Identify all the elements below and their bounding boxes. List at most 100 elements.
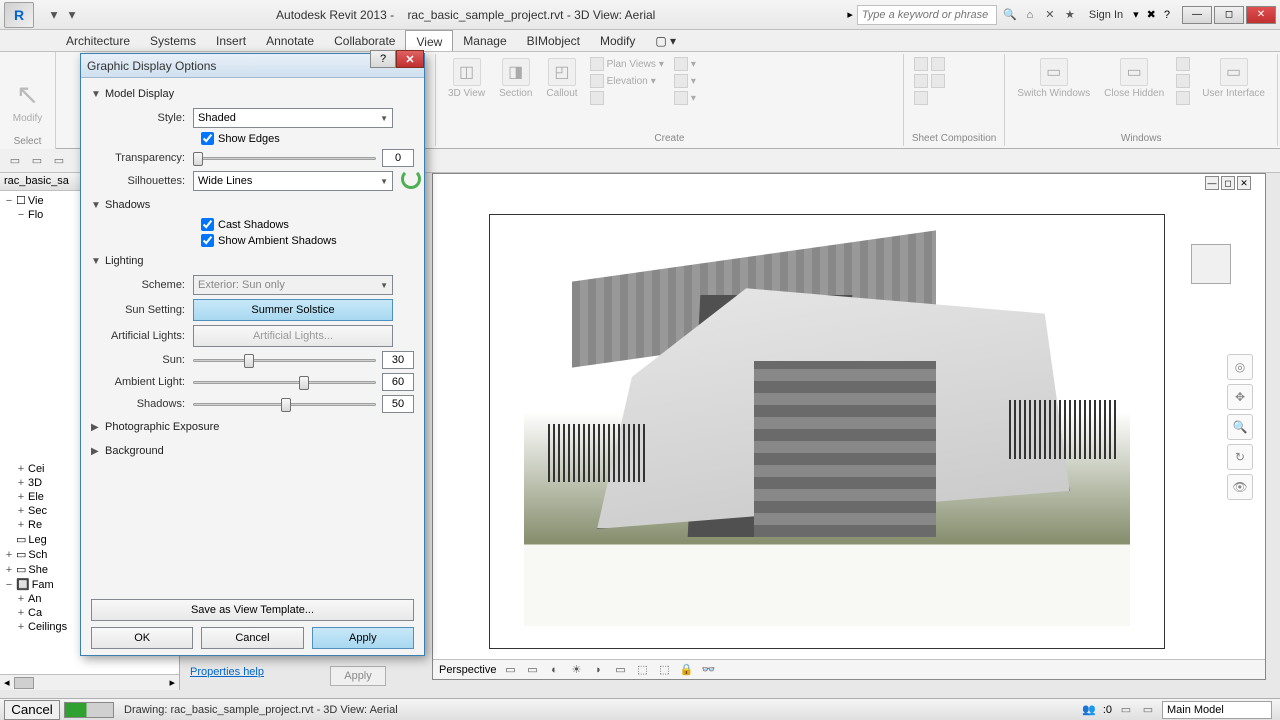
tab-extra-icon[interactable]: ▢ ▾ <box>645 30 686 51</box>
tab-insert[interactable]: Insert <box>206 30 256 51</box>
callout-button[interactable]: ◰Callout <box>542 56 581 101</box>
tab-architecture[interactable]: Architecture <box>56 30 140 51</box>
apply-button[interactable]: Apply <box>312 627 414 649</box>
editable-only-icon[interactable]: ▭ <box>1118 702 1134 718</box>
perspective-label[interactable]: Perspective <box>439 664 496 676</box>
style-combo[interactable]: Shaded▼ <box>193 108 393 128</box>
tb-icon[interactable]: ▭ <box>6 152 24 170</box>
checkbox[interactable] <box>201 132 214 145</box>
view-cube[interactable] <box>1191 244 1231 284</box>
ambient-slider[interactable] <box>193 373 376 391</box>
tb-icon[interactable]: ▭ <box>50 152 68 170</box>
lock-icon[interactable]: 🔒 <box>678 662 694 678</box>
sun-setting-button[interactable]: Summer Solstice <box>193 299 393 321</box>
sheet-icon-3[interactable] <box>912 90 947 106</box>
tab-collaborate[interactable]: Collaborate <box>324 30 405 51</box>
replicate-icon[interactable] <box>1174 56 1192 72</box>
render-icon[interactable]: ▭ <box>612 662 628 678</box>
sun-value[interactable]: 30 <box>382 351 414 369</box>
show-edges-checkbox[interactable]: Show Edges <box>91 132 414 145</box>
legends-icon[interactable]: ▾ <box>672 73 698 89</box>
cast-shadows-checkbox[interactable]: Cast Shadows <box>91 218 414 231</box>
save-template-button[interactable]: Save as View Template... <box>91 599 414 621</box>
user-interface-button[interactable]: ▭User Interface <box>1198 56 1269 101</box>
browser-scrollbar[interactable]: ◂▸ <box>0 674 179 690</box>
temp-hide-icon[interactable]: 👓 <box>700 662 716 678</box>
maximize-button[interactable]: ◻ <box>1214 6 1244 24</box>
section-header[interactable]: ▼Model Display <box>91 84 414 104</box>
drafting-button[interactable] <box>588 90 666 106</box>
signin-button[interactable]: Sign In <box>1083 7 1129 23</box>
minimize-button[interactable]: — <box>1182 6 1212 24</box>
tab-view[interactable]: View <box>405 30 453 51</box>
dup-icon[interactable]: ▾ <box>672 56 698 72</box>
visual-style-icon[interactable]: ◐ <box>546 662 562 678</box>
sun-slider[interactable] <box>193 351 376 369</box>
transparency-value[interactable]: 0 <box>382 149 414 167</box>
ok-button[interactable]: OK <box>91 627 193 649</box>
steering-wheel-icon[interactable]: ◎ <box>1227 354 1253 380</box>
section-header[interactable]: ▼Shadows <box>91 195 414 215</box>
scale-icon[interactable]: ▭ <box>502 662 518 678</box>
help-icon[interactable]: ? <box>1164 9 1170 21</box>
sun-path-icon[interactable]: ☀ <box>568 662 584 678</box>
detail-icon[interactable]: ▭ <box>524 662 540 678</box>
silhouettes-combo[interactable]: Wide Lines▼ <box>193 171 393 191</box>
section-button[interactable]: ◨Section <box>495 56 536 101</box>
tab-systems[interactable]: Systems <box>140 30 206 51</box>
look-icon[interactable]: 👁 <box>1227 474 1253 500</box>
section-header[interactable]: ▶Background <box>91 441 414 461</box>
dialog-help-button[interactable]: ? <box>370 50 396 68</box>
modify-cursor-icon[interactable]: ↖ <box>16 78 39 111</box>
properties-apply-button[interactable]: Apply <box>330 666 386 686</box>
sheet-icon-2[interactable] <box>912 73 947 89</box>
cancel-button[interactable]: Cancel <box>201 627 303 649</box>
schedules-icon[interactable]: ▾ <box>672 90 698 106</box>
design-options-icon[interactable]: ▭ <box>1140 702 1156 718</box>
crop-region-icon[interactable]: ⬚ <box>656 662 672 678</box>
cascade-icon[interactable] <box>1174 73 1192 89</box>
search-input[interactable] <box>857 5 997 25</box>
checkbox[interactable] <box>201 234 214 247</box>
tb-icon[interactable]: ▭ <box>28 152 46 170</box>
status-cancel-button[interactable]: Cancel <box>4 700 60 720</box>
shadows-slider[interactable] <box>193 395 376 413</box>
app-menu-icon[interactable]: R <box>4 2 34 28</box>
elevation-button[interactable]: Elevation ▾ <box>588 73 666 89</box>
ambient-shadows-checkbox[interactable]: Show Ambient Shadows <box>91 234 414 247</box>
3dview-button[interactable]: ◫3D View <box>444 56 489 101</box>
plan-views-button[interactable]: Plan Views ▾ <box>588 56 666 72</box>
open-icon[interactable]: ▾ <box>46 7 62 23</box>
tab-manage[interactable]: Manage <box>453 30 516 51</box>
signin-dropdown-icon[interactable]: ▾ <box>1133 8 1139 21</box>
shadow-icon[interactable]: ◗ <box>590 662 606 678</box>
view-close-icon[interactable]: ✕ <box>1237 176 1251 190</box>
shadows-value[interactable]: 50 <box>382 395 414 413</box>
close-button[interactable]: ✕ <box>1246 6 1276 24</box>
ambient-value[interactable]: 60 <box>382 373 414 391</box>
dialog-close-button[interactable]: ✕ <box>396 50 424 68</box>
transparency-slider[interactable] <box>193 149 376 167</box>
properties-help-link[interactable]: Properties help <box>190 666 264 678</box>
tile-icon[interactable] <box>1174 90 1192 106</box>
view-min-icon[interactable]: — <box>1205 176 1219 190</box>
subscription-icon[interactable]: ⌂ <box>1021 6 1039 24</box>
tab-bimobject[interactable]: BIMobject <box>517 30 590 51</box>
view-max-icon[interactable]: ◻ <box>1221 176 1235 190</box>
crop-icon[interactable]: ⬚ <box>634 662 650 678</box>
tab-annotate[interactable]: Annotate <box>256 30 324 51</box>
3d-canvas[interactable] <box>489 214 1165 649</box>
comm-icon[interactable]: ✖ <box>1147 8 1156 21</box>
search-icon[interactable]: 🔍 <box>1001 6 1019 24</box>
save-icon[interactable]: ▾ <box>64 7 80 23</box>
switch-windows-button[interactable]: ▭Switch Windows <box>1013 56 1094 101</box>
checkbox[interactable] <box>201 218 214 231</box>
sheet-icon-1[interactable] <box>912 56 947 72</box>
zoom-icon[interactable]: 🔍 <box>1227 414 1253 440</box>
dialog-titlebar[interactable]: Graphic Display Options ? ✕ <box>81 54 424 78</box>
exchange-icon[interactable]: ✕ <box>1041 6 1059 24</box>
main-model-combo[interactable]: Main Model <box>1162 701 1272 719</box>
close-hidden-button[interactable]: ▭Close Hidden <box>1100 56 1168 101</box>
favorite-icon[interactable]: ★ <box>1061 6 1079 24</box>
section-header[interactable]: ▼Lighting <box>91 251 414 271</box>
